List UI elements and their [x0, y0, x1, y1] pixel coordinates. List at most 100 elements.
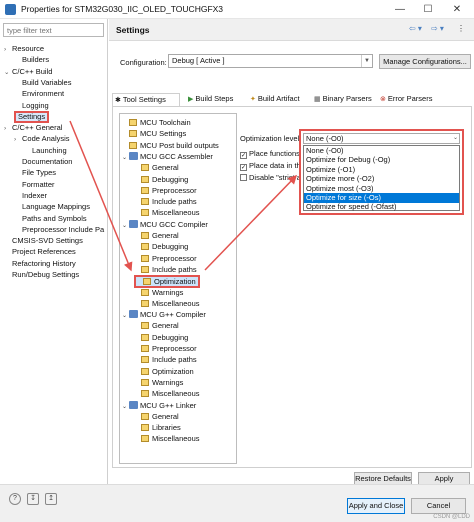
sidebar-item-documentation[interactable]: Documentation: [14, 156, 72, 167]
tool-tree-item-mcu-post-build-outputs[interactable]: MCU Post build outputs: [122, 140, 219, 151]
tool-tree-item-optimization[interactable]: Optimization: [134, 366, 194, 377]
tab-tool-settings[interactable]: ✱ Tool Settings: [112, 93, 180, 107]
expand-toggle-icon[interactable]: ›: [4, 44, 12, 55]
sidebar-item-formatter[interactable]: Formatter: [14, 179, 55, 190]
tool-tree-item-preprocessor[interactable]: Preprocessor: [134, 185, 197, 196]
sidebar-item-c-c-general[interactable]: › C/C++ General: [4, 122, 62, 133]
tool-tree-item-libraries[interactable]: Libraries: [134, 422, 181, 433]
tool-tree-item-miscellaneous[interactable]: Miscellaneous: [134, 298, 200, 309]
tool-tree-item-miscellaneous[interactable]: Miscellaneous: [134, 433, 200, 444]
sidebar-item-logging[interactable]: Logging: [14, 100, 49, 111]
tool-tree-label: MCU Post build outputs: [140, 140, 219, 150]
tool-tree-label: MCU GCC Assembler: [140, 151, 213, 161]
checkbox-icon[interactable]: ✓: [240, 152, 247, 159]
optimization-level-dropdown[interactable]: None (-O0) ⌄ None (-O0) Optimize for Debu…: [299, 129, 464, 215]
tool-tree-item-mcu-gcc-compiler[interactable]: ⌄ MCU GCC Compiler: [122, 219, 208, 230]
optimization-option[interactable]: Optimize for speed (-Ofast): [304, 202, 459, 212]
cancel-button[interactable]: Cancel: [411, 498, 466, 514]
tab-build-artifact[interactable]: ✦ Build Artifact: [248, 93, 310, 106]
optimization-option[interactable]: Optimize more (-O2): [304, 174, 459, 184]
apply-and-close-button[interactable]: Apply and Close: [347, 498, 405, 514]
tool-tree-item-mcu-toolchain[interactable]: MCU Toolchain: [122, 117, 191, 128]
configuration-select[interactable]: Debug [ Active ] ▼: [168, 54, 373, 68]
optimization-option[interactable]: Optimize for Debug (-Og): [304, 155, 459, 165]
sidebar-item-preprocessor-include-pa[interactable]: Preprocessor Include Pa: [14, 224, 104, 235]
tool-tree-item-general[interactable]: General: [134, 411, 179, 422]
sidebar-item-builders[interactable]: Builders: [14, 54, 49, 65]
sidebar-item-indexer[interactable]: Indexer: [14, 190, 47, 201]
tool-tree-label: Preprocessor: [152, 185, 197, 195]
sidebar-item-run-debug-settings[interactable]: Run/Debug Settings: [4, 269, 79, 280]
tab-build-steps[interactable]: ▶ Build Steps: [186, 93, 244, 106]
tool-tree-item-miscellaneous[interactable]: Miscellaneous: [134, 388, 200, 399]
collapse-toggle-icon[interactable]: ⌄: [122, 221, 129, 232]
minimize-button[interactable]: —: [386, 1, 414, 18]
tool-tree-item-debugging[interactable]: Debugging: [134, 332, 188, 343]
forward-arrow-icon[interactable]: ⇨ ▾: [431, 24, 444, 33]
import-icon[interactable]: ↧: [27, 493, 39, 505]
tool-tree-item-general[interactable]: General: [134, 162, 179, 173]
maximize-button[interactable]: ☐: [414, 1, 442, 18]
filter-input[interactable]: [3, 23, 104, 37]
tool-tree-item-miscellaneous[interactable]: Miscellaneous: [134, 207, 200, 218]
expand-toggle-icon[interactable]: ›: [4, 123, 12, 134]
sidebar-item-label: Project References: [12, 247, 76, 257]
sidebar-item-environment[interactable]: Environment: [14, 88, 64, 99]
tool-tree-item-mcu-gcc-assembler[interactable]: ⌄ MCU GCC Assembler: [122, 151, 213, 162]
expand-toggle-icon[interactable]: ⌄: [4, 67, 12, 78]
checkbox-disable-strict-aliasing[interactable]: Disable "strict ali: [240, 173, 304, 183]
sidebar-item-c-c-build[interactable]: ⌄ C/C++ Build: [4, 66, 52, 77]
sidebar-item-paths-and-symbols[interactable]: Paths and Symbols: [14, 213, 87, 224]
tool-tree-item-warnings[interactable]: Warnings: [134, 377, 183, 388]
view-menu-icon[interactable]: ⋮: [457, 24, 465, 33]
optimization-option[interactable]: Optimize (-O1): [304, 165, 459, 175]
tool-tree-item-mcu-settings[interactable]: MCU Settings: [122, 128, 186, 139]
manage-configurations-button[interactable]: Manage Configurations...: [379, 54, 471, 69]
help-icon[interactable]: ?: [9, 493, 21, 505]
tool-tree-item-general[interactable]: General: [134, 230, 179, 241]
tool-icon: [129, 151, 138, 160]
sidebar-item-code-analysis[interactable]: › Code Analysis: [14, 133, 70, 144]
tool-tree-label: MCU Toolchain: [140, 118, 191, 127]
collapse-toggle-icon[interactable]: ⌄: [122, 153, 129, 164]
tool-tree-item-preprocessor[interactable]: Preprocessor: [134, 343, 197, 354]
tool-tree-item-warnings[interactable]: Warnings: [134, 287, 183, 298]
sidebar-item-build-variables[interactable]: Build Variables: [14, 77, 71, 88]
folder-icon: [141, 254, 149, 262]
tool-tree-item-mcu-g-linker[interactable]: ⌄ MCU G++ Linker: [122, 400, 196, 411]
export-icon[interactable]: ↥: [45, 493, 57, 505]
collapse-toggle-icon[interactable]: ⌄: [122, 402, 129, 413]
sidebar-item-refactoring-history[interactable]: Refactoring History: [4, 258, 76, 269]
optimization-option[interactable]: Optimize most (-O3): [304, 184, 459, 194]
sidebar-item-resource[interactable]: › Resource: [4, 43, 44, 54]
checkbox-place-functions[interactable]: ✓ Place functions in: [240, 149, 308, 159]
optimization-option[interactable]: None (-O0): [304, 146, 459, 156]
sidebar-item-language-mappings[interactable]: Language Mappings: [14, 201, 90, 212]
sidebar-item-project-references[interactable]: Project References: [4, 246, 76, 257]
sidebar-item-settings[interactable]: Settings: [14, 110, 50, 123]
tool-tree-label: Debugging: [152, 242, 189, 252]
tool-tree-item-include-paths[interactable]: Include paths: [134, 354, 197, 365]
tool-tree-item-include-paths[interactable]: Include paths: [134, 196, 197, 207]
sidebar-item-launching[interactable]: Launching: [24, 145, 67, 156]
tool-tree-item-include-paths[interactable]: Include paths: [134, 264, 197, 275]
optimization-option[interactable]: Optimize for size (-Os): [304, 193, 459, 203]
tab-binary-parsers[interactable]: ▦ Binary Parsers: [312, 93, 374, 106]
optimization-level-select[interactable]: None (-O0) ⌄: [303, 133, 460, 144]
tool-icon: [129, 219, 138, 228]
tool-tree-item-preprocessor[interactable]: Preprocessor: [134, 253, 197, 264]
expand-toggle-icon[interactable]: ›: [14, 134, 22, 145]
sidebar-item-file-types[interactable]: File Types: [14, 167, 56, 178]
tool-tree-item-debugging[interactable]: Debugging: [134, 241, 188, 252]
tab-error-parsers[interactable]: ⊗ Error Parsers: [378, 93, 440, 106]
back-arrow-icon[interactable]: ⇦ ▾: [409, 24, 422, 33]
collapse-toggle-icon[interactable]: ⌄: [122, 311, 129, 322]
close-button[interactable]: ✕: [443, 1, 471, 18]
checkbox-icon[interactable]: [240, 174, 247, 181]
tool-tree-item-general[interactable]: General: [134, 320, 179, 331]
checkbox-icon[interactable]: ✓: [240, 164, 247, 171]
checkbox-place-data[interactable]: ✓ Place data in thei: [240, 161, 307, 171]
sidebar-item-cmsis-svd-settings[interactable]: CMSIS-SVD Settings: [4, 235, 83, 246]
tool-tree-item-debugging[interactable]: Debugging: [134, 174, 188, 185]
tool-tree-item-mcu-g-compiler[interactable]: ⌄ MCU G++ Compiler: [122, 309, 206, 320]
